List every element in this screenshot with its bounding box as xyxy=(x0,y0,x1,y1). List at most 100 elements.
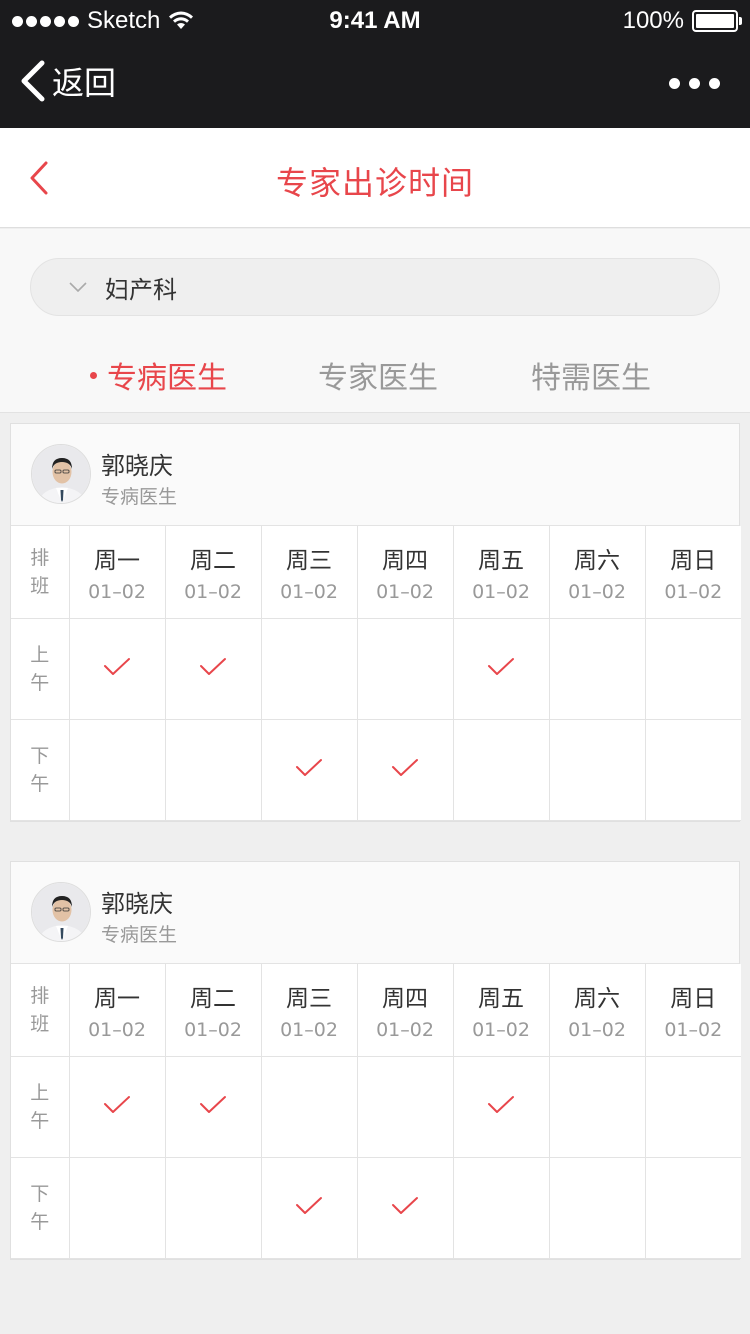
check-icon xyxy=(295,1196,323,1220)
battery-percent: 100% xyxy=(622,7,684,34)
label-char: 上 xyxy=(30,643,50,666)
label-char: 下 xyxy=(30,1182,50,1205)
department-select[interactable]: 妇产科 xyxy=(30,258,720,316)
schedule-cell[interactable] xyxy=(165,618,262,720)
day-date: 01–02 xyxy=(184,1018,242,1041)
day-date: 01–02 xyxy=(472,580,530,603)
schedule-cell[interactable] xyxy=(261,719,358,821)
schedule-header-row: 排 班 周一 01–02 周二 01–02 周三 01–02 周四 01–02 … xyxy=(11,964,741,1057)
day-header: 周一 01–02 xyxy=(69,526,166,619)
schedule-cell[interactable] xyxy=(453,1056,550,1158)
schedule-cell xyxy=(165,1157,262,1259)
schedule-cell[interactable] xyxy=(261,1157,358,1259)
back-label: 返回 xyxy=(52,64,117,102)
schedule-cell[interactable] xyxy=(69,1056,166,1158)
day-name: 周二 xyxy=(190,547,236,574)
day-header: 周日 01–02 xyxy=(645,526,741,619)
tab-specialty-doctor[interactable]: 专病医生 xyxy=(90,353,227,397)
schedule-cell[interactable] xyxy=(165,1056,262,1158)
day-name: 周四 xyxy=(382,985,428,1012)
day-header: 周五 01–02 xyxy=(453,526,550,619)
active-dot-icon xyxy=(90,371,97,379)
schedule-cell[interactable] xyxy=(357,1157,454,1259)
battery-icon xyxy=(692,10,742,32)
check-icon xyxy=(391,758,419,782)
status-bar: Sketch 9:41 AM 100% xyxy=(0,0,750,40)
back-button[interactable]: 返回 xyxy=(18,58,116,104)
day-name: 周六 xyxy=(574,547,620,574)
tab-special-needs-doctor[interactable]: 特需医生 xyxy=(531,353,651,397)
day-name: 周二 xyxy=(190,985,236,1012)
day-header: 周二 01–02 xyxy=(165,526,262,619)
day-name: 周日 xyxy=(670,985,717,1012)
day-name: 周三 xyxy=(286,985,332,1012)
avatar xyxy=(31,882,91,942)
day-header: 周二 01–02 xyxy=(165,964,262,1057)
day-header: 周五 01–02 xyxy=(453,964,550,1057)
doctor-info[interactable]: 郭晓庆 专病医生 xyxy=(11,424,739,526)
day-name: 周六 xyxy=(574,985,620,1012)
doctor-card: 郭晓庆 专病医生 排 班 周一 01–02 周二 01–02 周三 01–02 … xyxy=(10,423,741,822)
label-char: 午 xyxy=(30,772,50,795)
schedule-cell xyxy=(357,1056,454,1158)
day-date: 01–02 xyxy=(88,580,146,603)
department-label: 妇产科 xyxy=(105,275,177,304)
nav-bar: 返回 xyxy=(0,40,750,128)
label-char: 班 xyxy=(30,1012,50,1035)
check-icon xyxy=(295,758,323,782)
check-icon xyxy=(391,1196,419,1220)
day-date: 01–02 xyxy=(568,1018,626,1041)
schedule-table: 排 班 周一 01–02 周二 01–02 周三 01–02 周四 01–02 … xyxy=(11,964,741,1259)
day-date: 01–02 xyxy=(376,1018,434,1041)
day-header: 周日 01–02 xyxy=(645,964,741,1057)
morning-row: 上 午 xyxy=(11,1056,741,1158)
schedule-cell xyxy=(69,1157,166,1259)
day-name: 周一 xyxy=(94,985,140,1012)
schedule-cell xyxy=(549,1056,646,1158)
label-char: 下 xyxy=(30,744,50,767)
label-char: 午 xyxy=(30,1109,50,1132)
day-header: 周三 01–02 xyxy=(261,526,358,619)
afternoon-label: 下 午 xyxy=(11,719,70,821)
day-name: 周五 xyxy=(478,985,524,1012)
day-date: 01–02 xyxy=(664,580,723,603)
doctor-type-tabs: 专病医生 专家医生 特需医生 xyxy=(0,353,750,397)
doctor-info[interactable]: 郭晓庆 专病医生 xyxy=(11,862,739,964)
doctor-role: 专病医生 xyxy=(101,486,178,508)
afternoon-row: 下 午 xyxy=(11,1157,741,1259)
day-name: 周三 xyxy=(286,547,332,574)
morning-row: 上 午 xyxy=(11,618,741,720)
schedule-cell xyxy=(549,618,646,720)
schedule-cell xyxy=(69,719,166,821)
page-header: 专家出诊时间 xyxy=(0,128,750,228)
label-char: 午 xyxy=(30,1210,50,1233)
day-name: 周四 xyxy=(382,547,428,574)
status-right: 100% xyxy=(622,7,742,35)
more-dots-icon[interactable] xyxy=(669,78,720,89)
day-date: 01–02 xyxy=(376,580,434,603)
schedule-cell xyxy=(165,719,262,821)
day-date: 01–02 xyxy=(184,580,242,603)
schedule-cell[interactable] xyxy=(357,719,454,821)
label-char: 班 xyxy=(30,574,50,597)
schedule-row-label: 排 班 xyxy=(11,526,70,619)
day-date: 01–02 xyxy=(280,1018,338,1041)
day-header: 周四 01–02 xyxy=(357,526,454,619)
schedule-cell[interactable] xyxy=(69,618,166,720)
tab-label: 专家医生 xyxy=(318,361,438,396)
day-name: 周五 xyxy=(478,547,524,574)
schedule-cell xyxy=(645,618,741,720)
doctor-name: 郭晓庆 xyxy=(101,890,173,918)
schedule-cell xyxy=(645,719,741,821)
check-icon xyxy=(487,657,515,681)
schedule-cell xyxy=(261,618,358,720)
day-header: 周三 01–02 xyxy=(261,964,358,1057)
schedule-cell xyxy=(549,1157,646,1259)
tab-expert-doctor[interactable]: 专家医生 xyxy=(318,353,438,397)
avatar xyxy=(31,444,91,504)
day-date: 01–02 xyxy=(472,1018,530,1041)
day-date: 01–02 xyxy=(568,580,626,603)
day-header: 周六 01–02 xyxy=(549,964,646,1057)
schedule-cell[interactable] xyxy=(453,618,550,720)
morning-label: 上 午 xyxy=(11,618,70,720)
